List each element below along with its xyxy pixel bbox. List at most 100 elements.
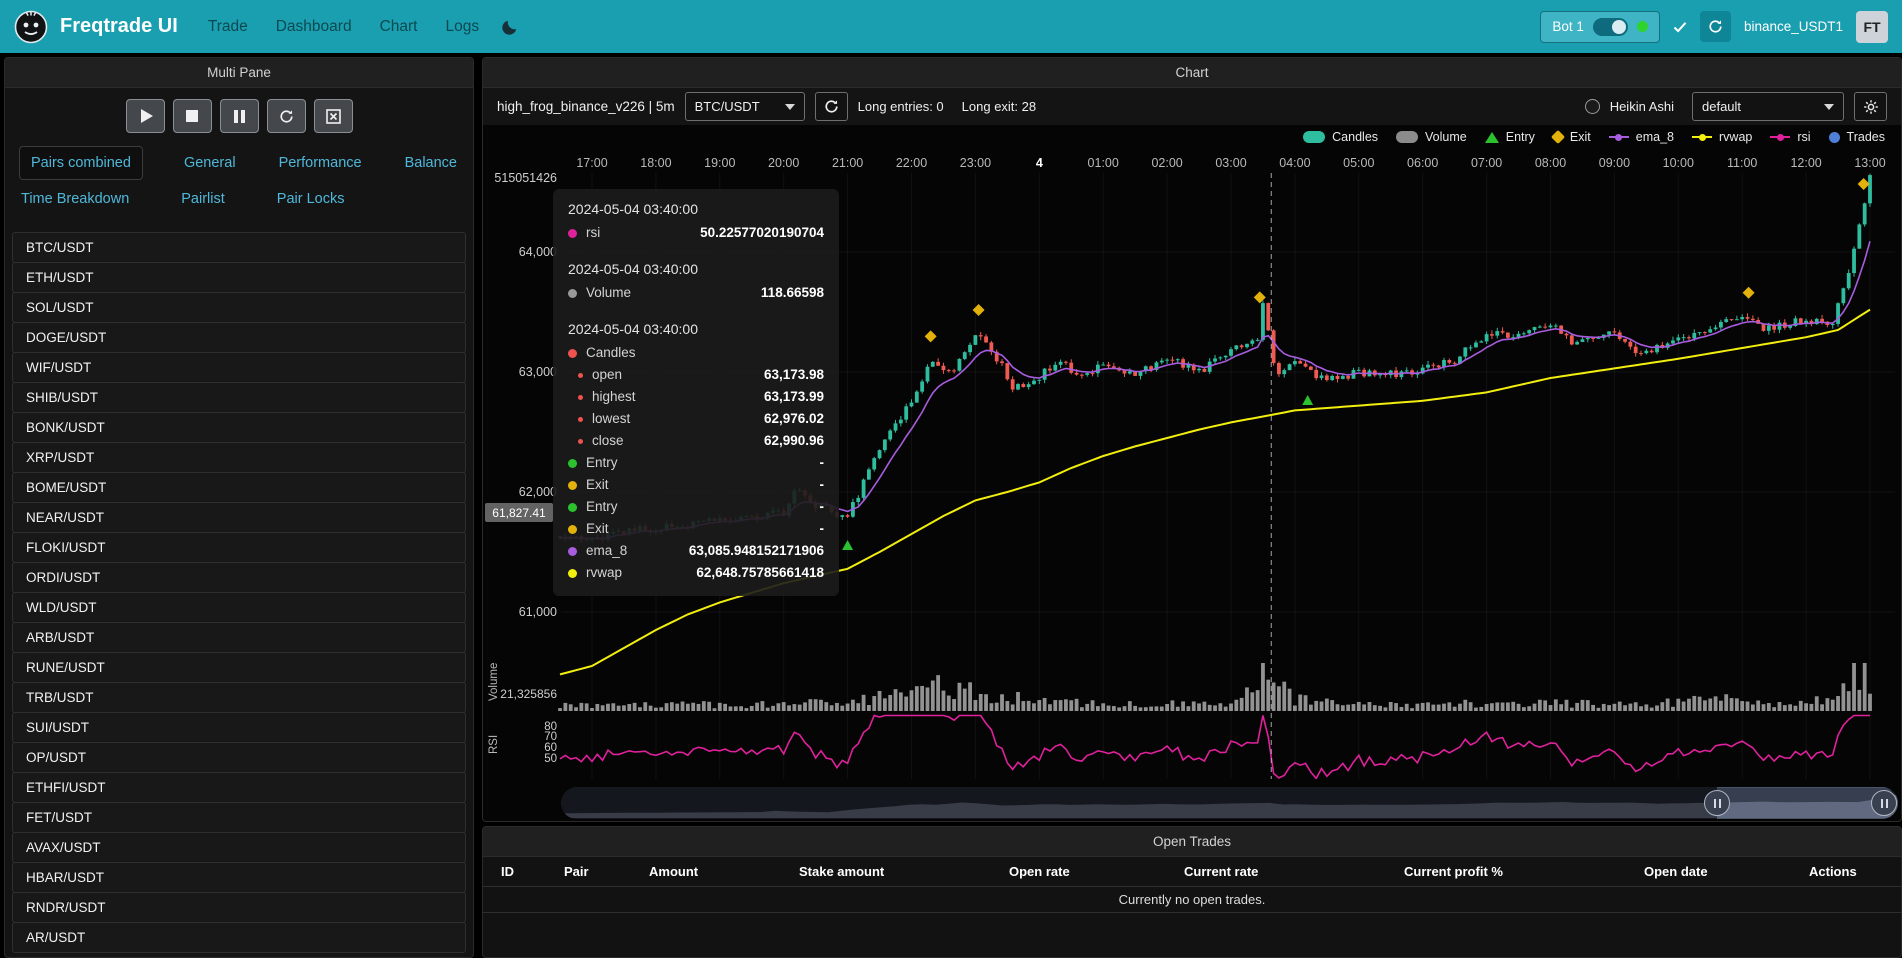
pair-list-item-ar-usdt[interactable]: AR/USDT [12, 922, 466, 953]
tooltip-row: Entry- [568, 496, 824, 518]
nav-link-trade[interactable]: Trade [208, 18, 248, 36]
tab-performance[interactable]: Performance [277, 147, 364, 179]
bot-toggle[interactable] [1593, 18, 1628, 36]
tooltip-value: 50.22577020190704 [700, 222, 824, 244]
multi-pane-header: Multi Pane [5, 58, 473, 88]
navigator-handle-right[interactable] [1871, 790, 1897, 816]
trades-table-header: IDPairAmountStake amountOpen rateCurrent… [483, 857, 1901, 887]
pair-list-item-btc-usdt[interactable]: BTC/USDT [12, 232, 466, 263]
pair-list-item-shib-usdt[interactable]: SHIB/USDT [12, 382, 466, 413]
rsi-line-icon [1770, 136, 1790, 138]
tooltip-section: 2024-05-04 03:40:00Volume118.66598 [568, 261, 824, 304]
bot-name-label: Bot 1 [1552, 19, 1584, 34]
chart-toolbar: high_frog_binance_v226 | 5m BTC/USDT Lon… [483, 88, 1901, 125]
legend-item-rsi[interactable]: rsi [1770, 130, 1810, 144]
brand-title[interactable]: Freqtrade UI [60, 15, 178, 38]
series-dot [568, 349, 577, 358]
candles-swatch [1303, 131, 1325, 143]
legend-label: Volume [1425, 130, 1467, 144]
tooltip-value: 62,976.02 [764, 408, 824, 430]
pair-list-item-near-usdt[interactable]: NEAR/USDT [12, 502, 466, 533]
pair-list-item-sol-usdt[interactable]: SOL/USDT [12, 292, 466, 323]
plot-config-select[interactable]: default [1692, 92, 1844, 121]
nav-link-logs[interactable]: Logs [445, 18, 479, 36]
svg-text:11:00: 11:00 [1727, 156, 1757, 170]
pair-list-item-wif-usdt[interactable]: WIF/USDT [12, 352, 466, 383]
tooltip-value: 62,990.96 [764, 430, 824, 452]
svg-text:07:00: 07:00 [1471, 156, 1502, 170]
tab-pairlist[interactable]: Pairlist [179, 183, 227, 215]
svg-text:RSI: RSI [488, 735, 500, 754]
pair-list-item-floki-usdt[interactable]: FLOKI/USDT [12, 532, 466, 563]
svg-text:Volume: Volume [488, 663, 500, 701]
nav-link-chart[interactable]: Chart [380, 18, 418, 36]
user-avatar[interactable]: FT [1856, 11, 1888, 43]
legend-item-entry[interactable]: Entry [1485, 130, 1535, 144]
legend-item-ema-8[interactable]: ema_8 [1609, 130, 1674, 144]
pair-list-item-trb-usdt[interactable]: TRB/USDT [12, 682, 466, 713]
heikin-ashi-checkbox[interactable] [1585, 99, 1600, 114]
col-current-rate: Current rate [1166, 864, 1386, 879]
legend-item-rvwap[interactable]: rvwap [1692, 130, 1752, 144]
volume-swatch [1396, 131, 1418, 143]
tooltip-label: open [592, 364, 622, 386]
pair-list-item-bonk-usdt[interactable]: BONK/USDT [12, 412, 466, 443]
pause-button[interactable] [220, 99, 259, 133]
pair-list-item-ethfi-usdt[interactable]: ETHFI/USDT [12, 772, 466, 803]
app-navbar: Freqtrade UI Trade Dashboard Chart Logs Bot… [0, 0, 1902, 53]
pair-list-item-xrp-usdt[interactable]: XRP/USDT [12, 442, 466, 473]
legend-item-volume[interactable]: Volume [1396, 130, 1467, 144]
theme-toggle-button[interactable] [501, 18, 519, 36]
tab-general[interactable]: General [182, 147, 238, 179]
bot-online-check-icon [1673, 21, 1687, 33]
tab-balance[interactable]: Balance [403, 147, 459, 179]
stop-button[interactable] [173, 99, 212, 133]
close-all-button[interactable] [314, 99, 353, 133]
pair-list-item-avax-usdt[interactable]: AVAX/USDT [12, 832, 466, 863]
navigator-unselected-region [561, 787, 1717, 819]
pair-list-item-ordi-usdt[interactable]: ORDI/USDT [12, 562, 466, 593]
bot-selector[interactable]: Bot 1 [1540, 11, 1660, 43]
pair-list-item-sui-usdt[interactable]: SUI/USDT [12, 712, 466, 743]
play-button[interactable] [126, 99, 165, 133]
refresh-chart-button[interactable] [815, 92, 848, 121]
pair-list-item-arb-usdt[interactable]: ARB/USDT [12, 622, 466, 653]
reload-pairs-button[interactable] [267, 99, 306, 133]
pair-list-item-hbar-usdt[interactable]: HBAR/USDT [12, 862, 466, 893]
series-dot [568, 547, 577, 556]
svg-text:13:00: 13:00 [1854, 156, 1885, 170]
legend-item-candles[interactable]: Candles [1303, 130, 1378, 144]
pair-list-item-eth-usdt[interactable]: ETH/USDT [12, 262, 466, 293]
tooltip-section: 2024-05-04 03:40:00rsi50.22577020190704 [568, 201, 824, 244]
pair-select[interactable]: BTC/USDT [685, 92, 805, 121]
tab-pairs-combined[interactable]: Pairs combined [19, 146, 143, 180]
price-chart[interactable]: 17:0018:0019:0020:0021:0022:0023:00401:0… [483, 149, 1902, 779]
reload-bot-button[interactable] [1700, 11, 1731, 42]
nav-link-dashboard[interactable]: Dashboard [276, 18, 352, 36]
navigator-selected-region[interactable] [1717, 787, 1891, 819]
freqtrade-logo-icon[interactable] [14, 10, 48, 44]
navigator-handle-left[interactable] [1704, 790, 1730, 816]
tooltip-timestamp: 2024-05-04 03:40:00 [568, 201, 824, 217]
tab-time-breakdown[interactable]: Time Breakdown [19, 183, 131, 215]
pair-list-item-op-usdt[interactable]: OP/USDT [12, 742, 466, 773]
pair-list-item-rndr-usdt[interactable]: RNDR/USDT [12, 892, 466, 923]
legend-item-trades[interactable]: Trades [1829, 130, 1885, 144]
tooltip-value: 62,648.75785661418 [696, 562, 824, 584]
pair-list-item-rune-usdt[interactable]: RUNE/USDT [12, 652, 466, 683]
plot-settings-button[interactable] [1854, 92, 1887, 121]
legend-item-exit[interactable]: Exit [1553, 130, 1591, 144]
svg-text:61,000: 61,000 [519, 605, 557, 619]
stop-icon [186, 110, 198, 122]
svg-text:21:00: 21:00 [832, 156, 863, 170]
pair-list-item-bome-usdt[interactable]: BOME/USDT [12, 472, 466, 503]
pair-list-item-fet-usdt[interactable]: FET/USDT [12, 802, 466, 833]
svg-text:18:00: 18:00 [640, 156, 671, 170]
pane-controls [5, 99, 473, 133]
heikin-ashi-label: Heikin Ashi [1610, 99, 1674, 114]
strategy-label: high_frog_binance_v226 | 5m [497, 99, 675, 114]
pair-list-item-doge-usdt[interactable]: DOGE/USDT [12, 322, 466, 353]
tab-pair-locks[interactable]: Pair Locks [275, 183, 347, 215]
chart-navigator[interactable] [561, 787, 1898, 819]
pair-list-item-wld-usdt[interactable]: WLD/USDT [12, 592, 466, 623]
